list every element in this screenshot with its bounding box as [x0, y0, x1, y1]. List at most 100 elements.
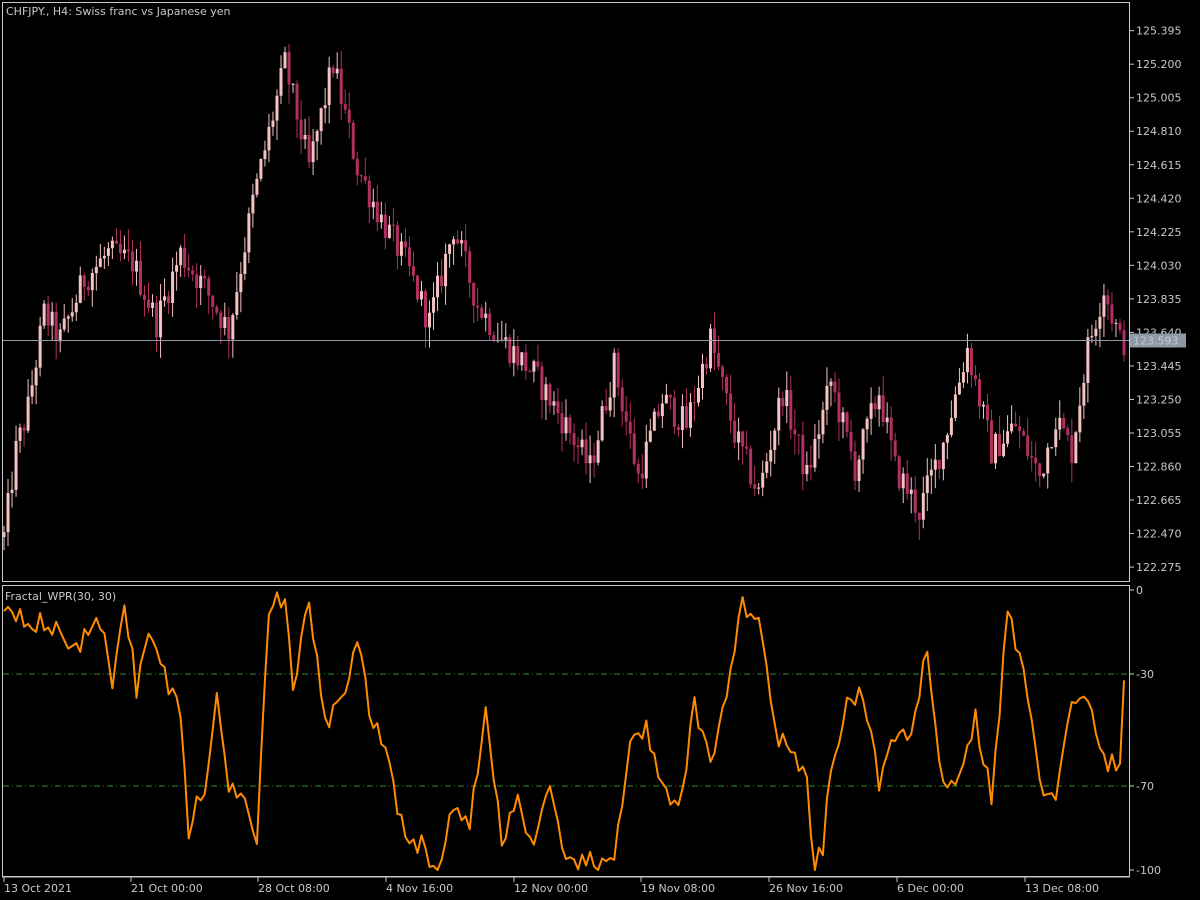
candle-body — [335, 68, 339, 74]
candle-body — [837, 392, 841, 423]
candle-body — [556, 401, 560, 414]
candle-body — [26, 396, 30, 431]
candle-body — [741, 431, 745, 447]
candle-body — [604, 406, 608, 411]
price-tick-label: 123.055 — [1136, 427, 1182, 440]
price-tick-label: 124.615 — [1136, 159, 1182, 172]
candle-body — [1066, 428, 1070, 436]
candle-body — [717, 352, 721, 367]
candle-body — [897, 456, 901, 489]
candle-body — [1002, 443, 1006, 457]
candle-body — [684, 406, 688, 428]
candle-body — [705, 363, 709, 369]
candle-body — [163, 296, 167, 301]
candle-body — [981, 404, 985, 407]
candle-body — [50, 311, 54, 326]
candle-body — [391, 224, 395, 226]
current-price-label: 123.593 — [1133, 334, 1179, 347]
candle-body — [584, 439, 588, 464]
candle-body — [383, 214, 387, 238]
price-tick-label: 124.810 — [1136, 125, 1182, 138]
candle-body — [608, 397, 612, 411]
candle-body — [612, 352, 616, 398]
candle-body — [644, 441, 648, 479]
candle-body — [371, 201, 375, 208]
candle-body — [183, 247, 187, 268]
candle-body — [319, 108, 323, 132]
candle-body — [656, 411, 660, 417]
candle-body — [279, 68, 283, 96]
candle-body — [432, 297, 436, 313]
candle-body — [159, 300, 163, 338]
candle-body — [929, 469, 933, 476]
candle-body — [801, 435, 805, 475]
candle-body — [949, 417, 953, 436]
candle-body — [415, 275, 419, 300]
candle-body — [54, 311, 58, 342]
chart-title-symbol: CHFJPY., H4: Swiss franc vs Japanese yen — [6, 5, 230, 18]
candle-body — [873, 403, 877, 410]
candle-body — [207, 278, 211, 296]
candle-body — [395, 225, 399, 256]
candle-body — [367, 180, 371, 208]
candle-body — [809, 464, 813, 468]
candle-body — [885, 417, 889, 423]
candle-body — [725, 376, 729, 394]
candle-body — [167, 296, 171, 303]
price-tick-label: 122.860 — [1136, 461, 1182, 474]
background — [0, 0, 1200, 900]
candle-body — [74, 302, 78, 313]
candle-body — [825, 385, 829, 410]
candle-body — [323, 105, 327, 109]
candle-body — [957, 382, 961, 395]
candle-body — [215, 306, 219, 313]
candle-body — [572, 433, 576, 446]
candle-body — [464, 240, 468, 252]
candle-body — [34, 367, 38, 386]
candle-body — [484, 313, 488, 318]
price-tick-label: 123.250 — [1136, 393, 1182, 406]
candle-body — [544, 384, 548, 401]
candle-body — [853, 451, 857, 481]
candle-body — [680, 406, 684, 430]
candle-body — [865, 418, 869, 430]
time-tick-label: 6 Dec 00:00 — [897, 882, 964, 895]
candle-body — [998, 433, 1002, 457]
candle-body — [1058, 417, 1062, 430]
current-price-badge: 123.593 — [1130, 333, 1186, 348]
indicator-label: Fractal_WPR(30, 30) — [5, 590, 116, 603]
candle-body — [901, 473, 905, 489]
candle-body — [275, 95, 279, 121]
candle-body — [660, 403, 664, 417]
candle-body — [933, 459, 937, 470]
time-tick-label: 12 Nov 00:00 — [514, 882, 588, 895]
candle-body — [295, 83, 299, 120]
candle-body — [616, 352, 620, 388]
candle-body — [777, 397, 781, 431]
candle-body — [829, 381, 833, 386]
candle-body — [921, 493, 925, 520]
candle-body — [10, 489, 14, 494]
candle-body — [6, 493, 10, 533]
candle-body — [195, 274, 199, 289]
candle-body — [536, 361, 540, 367]
candle-body — [130, 251, 134, 272]
candle-body — [247, 213, 251, 253]
candle-body — [1078, 405, 1082, 433]
candle-body — [98, 258, 102, 267]
candle-body — [564, 417, 568, 434]
candle-body — [1006, 431, 1010, 444]
candle-body — [187, 267, 191, 271]
candle-body — [1114, 322, 1118, 324]
candle-body — [1074, 432, 1078, 464]
candle-body — [2, 532, 6, 538]
candle-body — [347, 109, 351, 123]
candle-body — [472, 282, 476, 306]
candle-body — [1122, 329, 1126, 356]
candle-body — [102, 255, 106, 259]
candle-body — [761, 472, 765, 488]
candle-body — [961, 372, 965, 383]
candle-body — [917, 512, 921, 520]
candle-body — [211, 295, 215, 307]
candle-body — [628, 421, 632, 434]
